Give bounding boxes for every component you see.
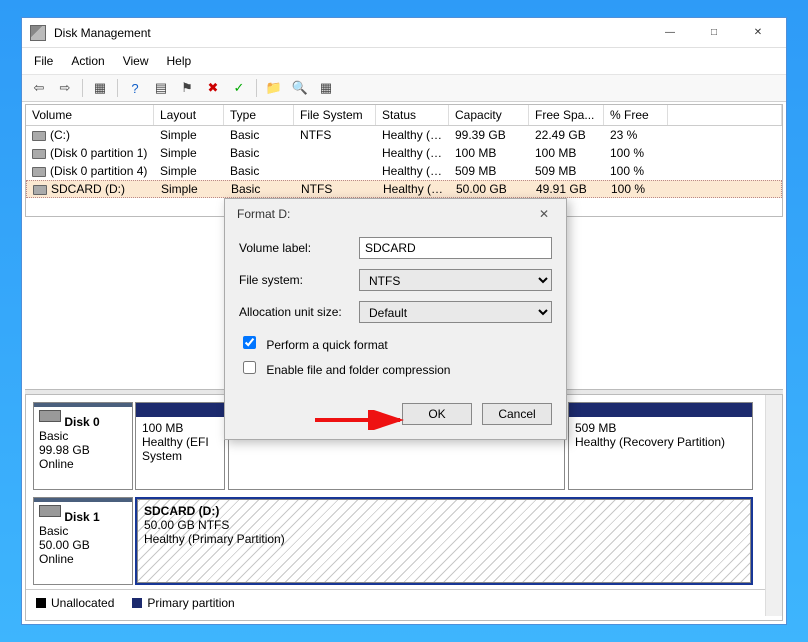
quick-format-checkbox[interactable] xyxy=(243,336,256,349)
flag-icon[interactable]: ⚑ xyxy=(176,78,198,98)
compression-label[interactable]: Enable file and folder compression xyxy=(266,363,450,377)
hdd-icon xyxy=(39,410,61,422)
hdd-icon xyxy=(39,505,61,517)
volume-row[interactable]: SDCARD (D:)SimpleBasicNTFSHealthy (P...5… xyxy=(26,180,782,198)
partition[interactable]: SDCARD (D:)50.00 GB NTFSHealthy (Primary… xyxy=(135,497,753,585)
volume-row[interactable]: (C:)SimpleBasicNTFSHealthy (B...99.39 GB… xyxy=(26,126,782,144)
properties-icon[interactable]: ▤ xyxy=(150,78,172,98)
col-percent[interactable]: % Free xyxy=(604,105,668,125)
dialog-title: Format D: xyxy=(237,207,290,221)
forward-icon[interactable]: ⇨ xyxy=(54,78,76,98)
ok-button[interactable]: OK xyxy=(402,403,472,425)
back-icon[interactable]: ⇦ xyxy=(28,78,50,98)
check-icon[interactable]: ✓ xyxy=(228,78,250,98)
app-icon xyxy=(30,25,46,41)
volume-label-label: Volume label: xyxy=(239,241,359,255)
disk-label-box[interactable]: Disk 0Basic99.98 GBOnline xyxy=(33,402,133,490)
volume-row[interactable]: (Disk 0 partition 4)SimpleBasicHealthy (… xyxy=(26,162,782,180)
col-filesystem[interactable]: File System xyxy=(294,105,376,125)
disk-row: Disk 1Basic50.00 GBOnlineSDCARD (D:)50.0… xyxy=(26,490,765,585)
titlebar: Disk Management — □ ✕ xyxy=(22,18,786,48)
menu-file[interactable]: File xyxy=(32,52,55,70)
volume-list-header: Volume Layout Type File System Status Ca… xyxy=(26,105,782,126)
legend-primary: Primary partition xyxy=(132,596,234,610)
close-button[interactable]: ✕ xyxy=(736,19,780,47)
col-layout[interactable]: Layout xyxy=(154,105,224,125)
col-free[interactable]: Free Spa... xyxy=(529,105,604,125)
list-icon[interactable]: ▦ xyxy=(315,78,337,98)
drive-icon xyxy=(32,167,46,177)
dialog-close-icon[interactable]: ✕ xyxy=(532,207,556,221)
col-capacity[interactable]: Capacity xyxy=(449,105,529,125)
legend: Unallocated Primary partition xyxy=(26,589,765,616)
format-dialog: Format D: ✕ Volume label: File system: N… xyxy=(224,198,567,440)
menu-help[interactable]: Help xyxy=(165,52,194,70)
show-hide-tree-icon[interactable]: ▦ xyxy=(89,78,111,98)
drive-icon xyxy=(32,149,46,159)
partition[interactable]: 509 MBHealthy (Recovery Partition) xyxy=(568,402,753,490)
partition[interactable]: 100 MBHealthy (EFI System xyxy=(135,402,225,490)
quick-format-label[interactable]: Perform a quick format xyxy=(266,338,387,352)
vertical-scrollbar[interactable] xyxy=(765,395,782,616)
disk-label-box[interactable]: Disk 1Basic50.00 GBOnline xyxy=(33,497,133,585)
volume-row[interactable]: (Disk 0 partition 1)SimpleBasicHealthy (… xyxy=(26,144,782,162)
menu-view[interactable]: View xyxy=(121,52,151,70)
cancel-button[interactable]: Cancel xyxy=(482,403,552,425)
legend-unallocated: Unallocated xyxy=(36,596,114,610)
window-title: Disk Management xyxy=(54,26,648,40)
search-icon[interactable]: 🔍 xyxy=(289,78,311,98)
maximize-button[interactable]: □ xyxy=(692,19,736,47)
menu-action[interactable]: Action xyxy=(69,52,106,70)
mount-icon[interactable]: 📁 xyxy=(263,78,285,98)
col-extra xyxy=(668,105,782,125)
allocation-select[interactable]: Default xyxy=(359,301,552,323)
drive-icon xyxy=(32,131,46,141)
filesystem-label: File system: xyxy=(239,273,359,287)
filesystem-select[interactable]: NTFS xyxy=(359,269,552,291)
drive-icon xyxy=(33,185,47,195)
help-icon[interactable]: ? xyxy=(124,78,146,98)
col-volume[interactable]: Volume xyxy=(26,105,154,125)
compression-checkbox[interactable] xyxy=(243,361,256,374)
allocation-label: Allocation unit size: xyxy=(239,305,359,319)
volume-label-input[interactable] xyxy=(359,237,552,259)
minimize-button[interactable]: — xyxy=(648,19,692,47)
delete-icon[interactable]: ✖ xyxy=(202,78,224,98)
toolbar: ⇦ ⇨ ▦ ? ▤ ⚑ ✖ ✓ 📁 🔍 ▦ xyxy=(22,75,786,102)
col-status[interactable]: Status xyxy=(376,105,449,125)
dialog-titlebar: Format D: ✕ xyxy=(225,199,566,227)
col-type[interactable]: Type xyxy=(224,105,294,125)
menubar: File Action View Help xyxy=(22,48,786,75)
